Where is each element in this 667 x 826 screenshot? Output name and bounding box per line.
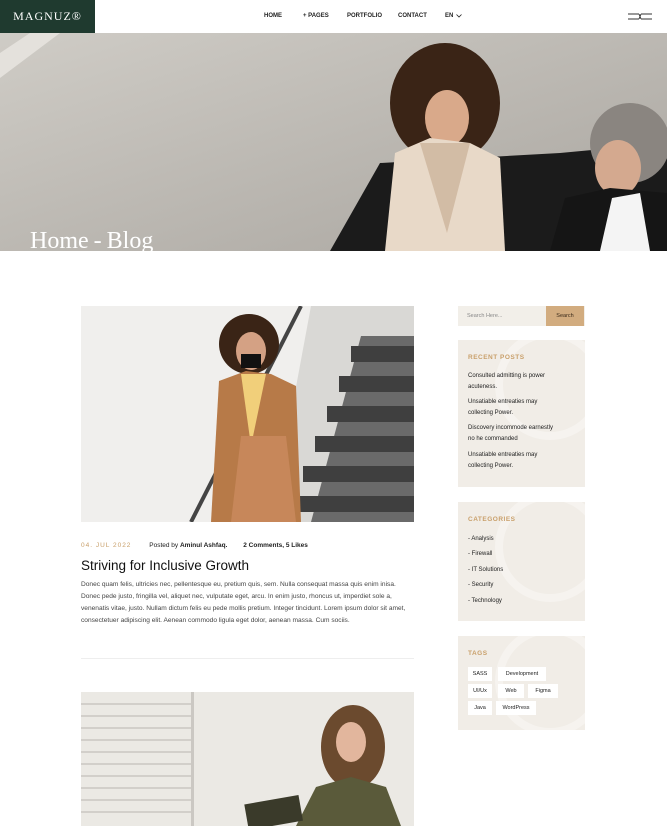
recent-post-line: collecting Power. (468, 410, 514, 416)
widget-title: RECENT POSTS (468, 354, 525, 361)
category-link[interactable]: - Security (468, 582, 493, 588)
language-selector[interactable]: EN (445, 13, 463, 19)
recent-post-line: Unsatiable entreaties may (468, 452, 538, 458)
recent-post-link[interactable]: Unsatiable entreaties may collecting Powe… (468, 450, 573, 472)
tag-chip[interactable]: Java (468, 701, 492, 715)
tag-chip[interactable]: SASS (468, 667, 492, 681)
tag-chip[interactable]: UI/Ux (468, 684, 492, 698)
post-divider (81, 658, 414, 659)
search-widget: Search (458, 306, 585, 326)
recent-post-line: Unsatiable entreaties may (468, 399, 538, 405)
recent-posts-widget: RECENT POSTS Consulted admitting is powe… (458, 340, 585, 487)
categories-widget: CATEGORIES - Analysis - Firewall - IT So… (458, 502, 585, 621)
breadcrumb-current: Blog (106, 228, 154, 251)
tag-chip[interactable]: WordPress (496, 701, 536, 715)
post-meta: 04. JUL 2022 Posted by Aminul Ashfaq. 2 … (81, 542, 308, 549)
recent-post-link[interactable]: Discovery incommode earnestly no he comma… (468, 423, 573, 445)
post-excerpt: Donec quam felis, ultricies nec, pellent… (81, 581, 406, 624)
widget-title: TAGS (468, 650, 488, 657)
tag-chip[interactable]: Development (498, 667, 546, 681)
widget-decoration (495, 636, 585, 730)
nav-portfolio[interactable]: PORTFOLIO (347, 13, 382, 19)
chevron-down-icon (456, 14, 463, 18)
post-author[interactable]: Aminul Ashfaq. (180, 542, 227, 549)
language-label: EN (445, 13, 454, 19)
menu-icon[interactable] (627, 12, 653, 21)
recent-post-line: Discovery incommode earnestly (468, 425, 554, 431)
recent-post-line: no he commanded (468, 436, 518, 442)
site-logo[interactable]: MAGNUZ® (0, 0, 95, 33)
hero-banner: Home - Blog (0, 33, 667, 251)
post-title[interactable]: Striving for Inclusive Growth (81, 558, 249, 573)
site-header: MAGNUZ® HOME + PAGES PORTFOLIO CONTACT E… (0, 0, 667, 33)
breadcrumb-home[interactable]: Home (30, 228, 89, 251)
search-button[interactable]: Search (546, 306, 584, 326)
post-thumbnail-2[interactable] (81, 692, 414, 826)
nav-pages[interactable]: + PAGES (303, 13, 329, 19)
nav-home[interactable]: HOME (264, 13, 282, 19)
tags-widget: TAGS SASS Development UI/Ux Web Figma Ja… (458, 636, 585, 730)
breadcrumb: Home - Blog (30, 228, 153, 251)
post-date: 04. JUL 2022 (81, 542, 132, 549)
category-link[interactable]: - Technology (468, 598, 502, 604)
hero-photo (0, 33, 667, 251)
post-comments[interactable]: 2 Comments, 5 Likes (243, 542, 308, 549)
recent-post-line: Consulted admitting is power (468, 373, 546, 379)
widget-title: CATEGORIES (468, 516, 516, 523)
post-thumbnail[interactable] (81, 306, 414, 522)
recent-post-link[interactable]: Unsatiable entreaties may collecting Powe… (468, 397, 573, 419)
post-photo (81, 306, 414, 522)
posted-by-label: Posted by (149, 542, 179, 549)
breadcrumb-separator: - (93, 228, 102, 251)
tag-chip[interactable]: Web (498, 684, 524, 698)
category-link[interactable]: - IT Solutions (468, 567, 503, 573)
tag-chip[interactable]: Figma (528, 684, 558, 698)
search-input[interactable] (458, 306, 545, 326)
recent-post-link[interactable]: Consulted admitting is power acuteness. (468, 371, 573, 393)
nav-contact[interactable]: CONTACT (398, 13, 427, 19)
category-link[interactable]: - Firewall (468, 551, 492, 557)
recent-post-line: collecting Power. (468, 463, 514, 469)
post-photo-2 (81, 692, 414, 826)
category-link[interactable]: - Analysis (468, 536, 494, 542)
recent-post-line: acuteness. (468, 384, 498, 390)
